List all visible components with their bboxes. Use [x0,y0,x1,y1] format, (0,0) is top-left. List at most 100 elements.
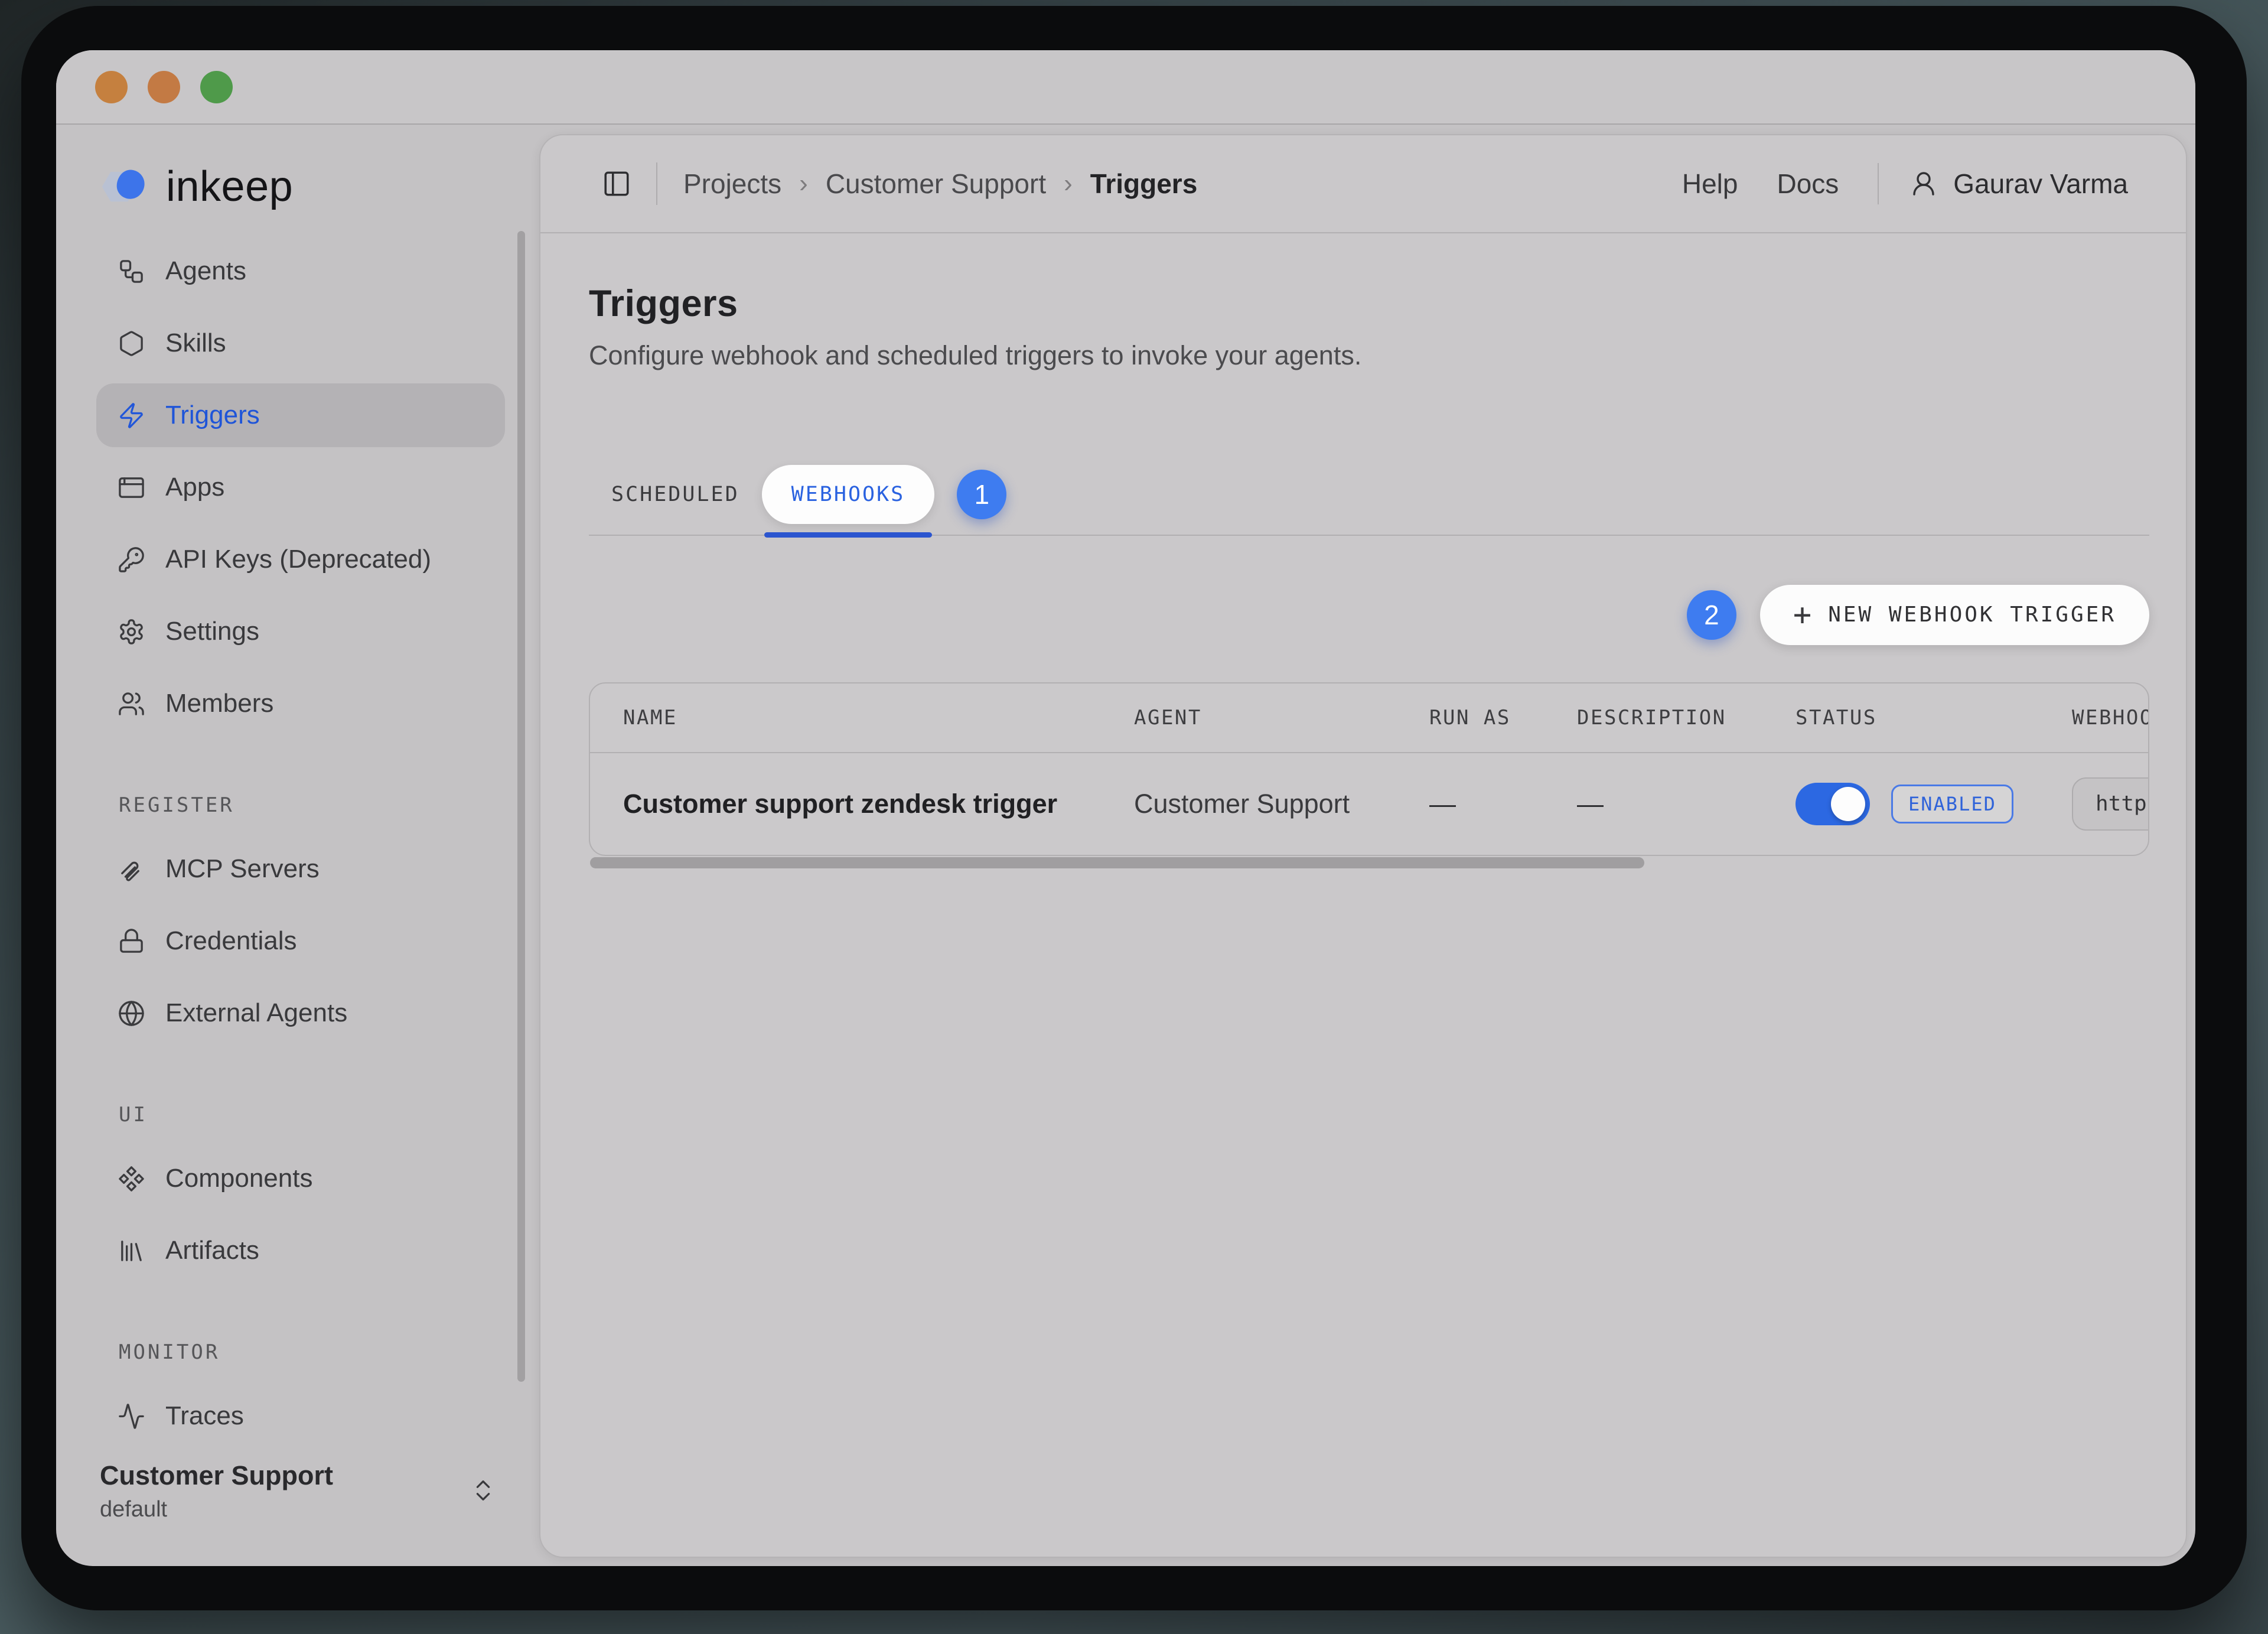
column-header-webhook: WEBHOOK [2072,706,2149,730]
sidebar-item-traces[interactable]: Traces [96,1384,505,1448]
inkeep-logo-icon [99,164,155,210]
gear-icon [118,618,145,646]
breadcrumb: Projects › Customer Support › Triggers [683,168,1197,200]
sidebar-item-label: Apps [165,473,224,502]
sidebar-item-label: API Keys (Deprecated) [165,545,431,574]
status-toggle[interactable] [1795,783,1870,825]
page-content: Triggers Configure webhook and scheduled… [540,233,2186,1557]
sidebar-item-skills[interactable]: Skills [96,311,505,375]
status-badge: ENABLED [1891,785,2013,823]
new-webhook-trigger-button[interactable]: + NEW WEBHOOK TRIGGER [1760,585,2149,645]
sidebar-item-artifacts[interactable]: Artifacts [96,1219,505,1283]
breadcrumb-projects[interactable]: Projects [683,168,781,200]
page-title: Triggers [589,284,2149,323]
new-webhook-trigger-label: NEW WEBHOOK TRIGGER [1828,603,2116,627]
sidebar-item-label: Components [165,1164,312,1193]
sidebar-item-label: External Agents [165,998,347,1028]
column-header-run-as: RUN AS [1429,706,1577,730]
webhook-url-chip[interactable]: https [2072,777,2149,831]
trigger-status-cell: ENABLED [1795,783,2072,825]
zoom-window-button[interactable] [200,71,233,103]
tab-webhooks-label: WEBHOOKS [762,465,935,524]
docs-link[interactable]: Docs [1777,168,1839,200]
user-name: Gaurav Varma [1953,168,2128,200]
users-icon [118,690,145,718]
sidebar-item-label: Triggers [165,401,260,430]
app-window-icon [118,474,145,502]
sidebar-nav: Agents Skills Triggers Apps API Keys (De… [96,239,505,1456]
toggle-knob [1831,787,1865,821]
active-tab-underline [764,532,933,538]
workflow-icon [118,258,145,285]
breadcrumb-triggers: Triggers [1090,168,1198,200]
sidebar-item-api-keys[interactable]: API Keys (Deprecated) [96,528,505,591]
sidebar-item-label: Agents [165,256,246,286]
trigger-agent-cell: Customer Support [1134,789,1429,819]
sidebar-item-mcp-servers[interactable]: MCP Servers [96,837,505,901]
tab-scheduled[interactable]: SCHEDULED [589,484,762,505]
sidebar-item-triggers[interactable]: Triggers [96,383,505,447]
user-menu[interactable]: Gaurav Varma [1909,168,2128,200]
library-icon [118,1237,145,1265]
trigger-name-cell: Customer support zendesk trigger [623,789,1134,819]
tabs: SCHEDULED WEBHOOKS 1 [589,441,2149,536]
sidebar-item-members[interactable]: Members [96,672,505,735]
sidebar-item-label: Settings [165,617,259,646]
sidebar-item-components[interactable]: Components [96,1147,505,1210]
project-name: Customer Support [100,1459,333,1492]
sidebar-item-credentials[interactable]: Credentials [96,909,505,973]
mcp-icon [118,855,145,883]
chevron-right-icon: › [1064,169,1073,198]
sidebar-item-external-agents[interactable]: External Agents [96,981,505,1045]
trigger-description-cell: — [1577,789,1795,819]
sidebar-item-label: Members [165,689,273,718]
help-link[interactable]: Help [1682,168,1738,200]
app-window: inkeep Agents Skills Triggers Apps [56,50,2195,1566]
inkeep-logo: inkeep [96,164,505,210]
sidebar-section-register: REGISTER [119,793,505,817]
sidebar-toggle-icon[interactable] [602,169,631,198]
table-row[interactable]: Customer support zendesk trigger Custome… [590,753,2148,855]
triggers-table-wrap: NAME AGENT RUN AS DESCRIPTION STATUS WEB… [589,682,2149,856]
header-divider [1878,163,1879,204]
plus-icon: + [1793,600,1811,630]
sidebar-item-apps[interactable]: Apps [96,455,505,519]
sidebar-item-label: Credentials [165,926,297,956]
activity-icon [118,1402,145,1430]
sidebar-item-label: MCP Servers [165,854,320,884]
globe-icon [118,1000,145,1027]
sidebar-scrollbar[interactable] [517,231,525,1382]
trigger-webhook-cell: https [2072,777,2149,831]
column-header-agent: AGENT [1134,706,1429,730]
minimize-window-button[interactable] [148,71,180,103]
main-header: Projects › Customer Support › Triggers H… [540,135,2186,233]
triggers-table: NAME AGENT RUN AS DESCRIPTION STATUS WEB… [589,682,2149,856]
sidebar-item-label: Skills [165,328,226,358]
lock-icon [118,927,145,955]
sidebar-item-label: Traces [165,1401,244,1431]
sidebar-item-settings[interactable]: Settings [96,600,505,663]
titlebar [56,50,2195,125]
header-divider [656,162,657,205]
column-header-status: STATUS [1795,706,2072,730]
column-header-name: NAME [623,706,1134,730]
chevron-right-icon: › [799,169,808,198]
demo-step-badge-2[interactable]: 2 [1687,590,1736,640]
hexagon-icon [118,330,145,357]
toolbar: 2 + NEW WEBHOOK TRIGGER [589,584,2149,646]
main-panel: Projects › Customer Support › Triggers H… [539,134,2187,1558]
sidebar-item-agents[interactable]: Agents [96,239,505,303]
tab-webhooks[interactable]: WEBHOOKS [762,465,935,524]
demo-step-badge-1[interactable]: 1 [957,470,1006,519]
zap-icon [118,402,145,429]
component-icon [118,1165,145,1193]
table-horizontal-scrollbar[interactable] [590,857,1644,868]
breadcrumb-customer-support[interactable]: Customer Support [826,168,1046,200]
brand-name: inkeep [166,165,293,208]
trigger-run-as-cell: — [1429,789,1577,819]
sidebar-section-monitor: MONITOR [119,1340,505,1364]
sidebar-item-label: Artifacts [165,1236,259,1265]
close-window-button[interactable] [95,71,128,103]
project-switcher[interactable]: Customer Support default [96,1459,505,1522]
chevrons-up-down-icon [470,1477,497,1504]
